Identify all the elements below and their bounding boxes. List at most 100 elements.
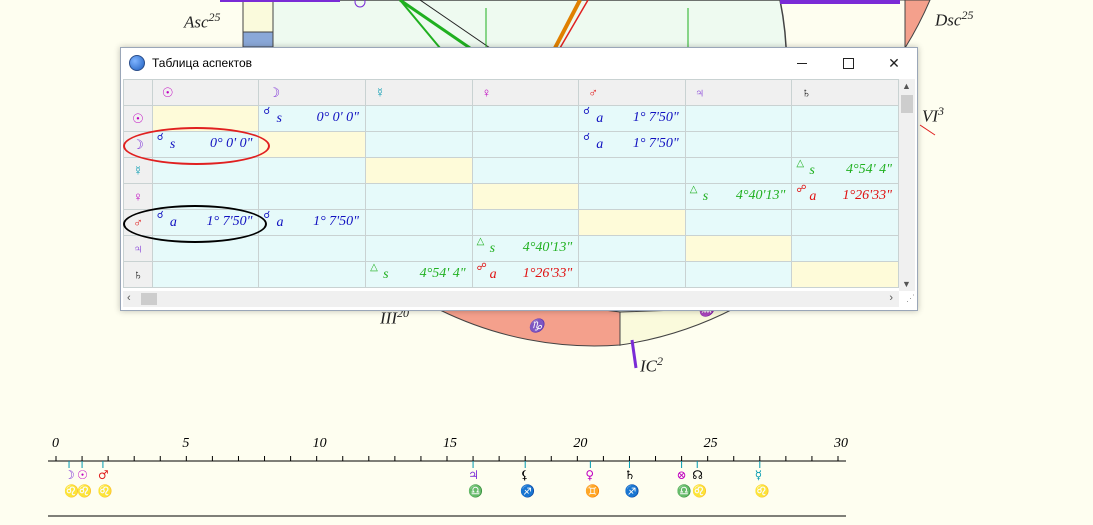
aspect-cell[interactable] xyxy=(365,209,473,236)
column-header[interactable]: ♀ xyxy=(471,79,580,106)
scale-sign-icon: ♎ xyxy=(468,484,484,498)
aspect-cell[interactable] xyxy=(151,235,260,262)
aspect-grid[interactable]: ☉ ☽ ☿ ♀ ♂ ♃ ♄ ☉ ☌ s 0° 0' 0" ☌ a 1° 7'50" ☽ ☌ s 0° 0' 0"… xyxy=(123,79,899,291)
aspect-cell[interactable]: ☌ a 1° 7'50" xyxy=(578,105,686,132)
column-header[interactable]: ♄ xyxy=(791,79,899,106)
scroll-up-icon[interactable]: ▲ xyxy=(902,81,911,91)
aspect-cell[interactable] xyxy=(684,131,793,158)
aspect-cell[interactable] xyxy=(258,261,367,288)
minimize-button[interactable] xyxy=(779,48,825,78)
aspect-cell[interactable] xyxy=(258,235,367,262)
scale-tick-label: 20 xyxy=(573,436,588,451)
scale-sign-icon: ♌ xyxy=(97,484,113,498)
aspect-cell[interactable]: ☌ s 0° 0' 0" xyxy=(151,131,260,158)
close-icon: ✕ xyxy=(888,54,900,71)
row-header[interactable]: ☽ xyxy=(123,131,153,158)
aspect-cell[interactable]: ☍ a 1°26'33" xyxy=(471,261,580,288)
aspect-orb-value: 1° 7'50" xyxy=(313,214,360,229)
aspect-cell[interactable]: ☌ s 0° 0' 0" xyxy=(258,105,367,132)
aspect-cell[interactable] xyxy=(791,235,899,262)
aspect-symbol-icon: ☌ xyxy=(156,210,164,222)
scale-planet-icon: ♃ xyxy=(468,468,479,482)
aspect-cell[interactable] xyxy=(684,157,793,184)
aspect-cell[interactable]: △ s 4°40'13" xyxy=(684,183,793,210)
aspect-orb-value: 1°26'33" xyxy=(842,188,892,203)
chart-house-segment xyxy=(780,0,931,50)
aspect-table-window[interactable]: Таблица аспектов ✕ ☉ ☽ ☿ ♀ ♂ ♃ ♄ ☉ ☌ s 0° 0' 0" ☌ a… xyxy=(120,47,918,311)
row-header[interactable]: ♂ xyxy=(123,209,153,236)
aspect-cell[interactable] xyxy=(365,131,473,158)
aspect-cell[interactable] xyxy=(151,157,260,184)
resize-grip-icon[interactable]: ⋰ xyxy=(906,293,915,304)
vertical-scrollbar[interactable]: ▲ ▼ xyxy=(899,79,915,291)
aspect-cell[interactable] xyxy=(791,131,899,158)
scroll-left-icon[interactable]: ‹ xyxy=(127,292,131,304)
aspect-cell[interactable] xyxy=(578,183,686,210)
aspect-cell[interactable] xyxy=(258,183,367,210)
aspect-cell[interactable]: ☌ a 1° 7'50" xyxy=(578,131,686,158)
column-header[interactable]: ☉ xyxy=(151,79,260,106)
column-header[interactable]: ☿ xyxy=(365,79,473,106)
horizontal-scrollbar[interactable]: ‹ › xyxy=(123,291,899,307)
row-header[interactable]: ♃ xyxy=(123,235,153,262)
row-header[interactable]: ☿ xyxy=(123,157,153,184)
aspect-cell[interactable] xyxy=(684,105,793,132)
aspect-cell[interactable] xyxy=(578,261,686,288)
app-icon xyxy=(129,55,145,71)
aspect-cell[interactable] xyxy=(791,209,899,236)
ic-axis-line xyxy=(630,339,638,369)
aspect-cell[interactable] xyxy=(151,105,260,132)
row-header[interactable]: ♀ xyxy=(123,183,153,210)
close-button[interactable]: ✕ xyxy=(871,48,917,78)
column-header[interactable]: ♂ xyxy=(578,79,686,106)
row-header[interactable]: ♄ xyxy=(123,261,153,288)
aspect-cell[interactable] xyxy=(471,209,580,236)
aspect-orb-value: 1° 7'50" xyxy=(632,136,679,151)
aspect-cell[interactable] xyxy=(578,157,686,184)
aspect-cell[interactable]: ☍ a 1°26'33" xyxy=(791,183,899,210)
aspect-cell[interactable]: △ s 4°40'13" xyxy=(471,235,580,262)
aspect-cell[interactable] xyxy=(791,261,899,288)
aspect-symbol-icon: △ xyxy=(370,262,378,274)
maximize-icon xyxy=(842,57,854,69)
column-header[interactable]: ☽ xyxy=(258,79,367,106)
aspect-cell[interactable] xyxy=(471,105,580,132)
row-header[interactable]: ☉ xyxy=(123,105,153,132)
aspect-cell[interactable]: ☌ a 1° 7'50" xyxy=(151,209,260,236)
aspect-cell[interactable] xyxy=(791,105,899,132)
aspect-cell[interactable] xyxy=(684,235,793,262)
aspect-cell[interactable] xyxy=(684,209,793,236)
column-header[interactable]: ♃ xyxy=(684,79,793,106)
aspect-cell[interactable] xyxy=(471,183,580,210)
aspect-cell[interactable] xyxy=(151,261,260,288)
aspect-cell[interactable] xyxy=(365,235,473,262)
aspect-cell[interactable] xyxy=(365,105,473,132)
aspect-cell[interactable]: △ s 4°54' 4" xyxy=(791,157,899,184)
aspect-symbol-icon: ☌ xyxy=(583,106,590,118)
scale-tick-label: 30 xyxy=(834,436,848,451)
aspect-cell[interactable] xyxy=(471,131,580,158)
degree-scale: 0 5 10 15 20 25 30 ☽ ♌ ☉ ♌ ♂ ♌ ♃ ♎ ⚸ ♐ ♀ ♊ ♄ ♐ ⊗ ♎ ☊ ♌ ☿ ♌ xyxy=(0,430,1093,525)
vertical-scroll-thumb[interactable] xyxy=(901,95,913,113)
aspect-cell[interactable]: △ s 4°54' 4" xyxy=(365,261,473,288)
aspect-cell[interactable] xyxy=(684,261,793,288)
window-title: Таблица аспектов xyxy=(152,56,253,70)
aspect-cell[interactable] xyxy=(578,209,686,236)
aspect-symbol-icon: △ xyxy=(689,184,698,196)
scroll-right-icon[interactable]: › xyxy=(889,292,893,304)
scale-planet-icon: ♄ xyxy=(624,468,636,482)
aspect-cell[interactable] xyxy=(578,235,686,262)
aspect-cell[interactable] xyxy=(151,183,260,210)
scale-sign-icon: ♎ xyxy=(676,484,692,498)
aspect-cell[interactable] xyxy=(471,157,580,184)
scale-planet-icon: ♀ xyxy=(585,468,595,482)
aspect-cell[interactable]: ☌ a 1° 7'50" xyxy=(258,209,367,236)
scroll-down-icon[interactable]: ▼ xyxy=(902,279,911,289)
aspect-cell[interactable] xyxy=(258,157,367,184)
maximize-button[interactable] xyxy=(825,48,871,78)
aspect-cell[interactable] xyxy=(258,131,367,158)
window-titlebar[interactable]: Таблица аспектов ✕ xyxy=(121,48,917,78)
aspect-cell[interactable] xyxy=(365,183,473,210)
aspect-cell[interactable] xyxy=(365,157,473,184)
horizontal-scroll-thumb[interactable] xyxy=(141,293,157,305)
